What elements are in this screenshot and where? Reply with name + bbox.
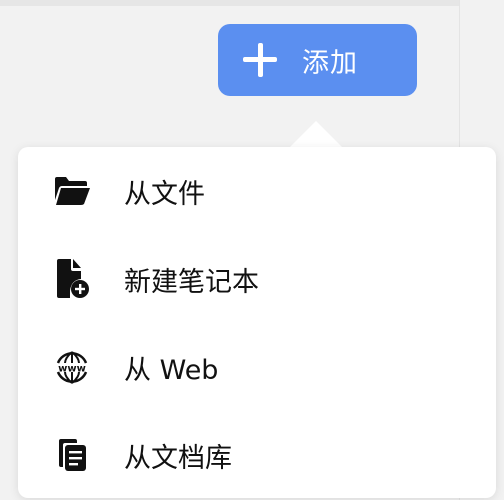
menu-item-label: 从文件 — [124, 178, 205, 210]
menu-item-from-file[interactable]: 从文件 — [18, 147, 496, 235]
menu-item-from-web[interactable]: www 从 Web — [18, 323, 496, 411]
file-add-icon — [52, 259, 92, 299]
folder-open-icon — [52, 171, 92, 211]
add-menu-popover: 从文件 新建笔记本 www 从 Web 从文档库 — [18, 147, 496, 498]
menu-item-from-library[interactable]: 从文档库 — [18, 411, 496, 499]
library-copy-icon — [52, 435, 92, 475]
menu-item-new-notebook[interactable]: 新建笔记本 — [18, 235, 496, 323]
popover-arrow — [288, 121, 344, 149]
menu-item-label: 新建笔记本 — [124, 266, 259, 298]
menu-item-label: 从文档库 — [124, 442, 232, 474]
menu-item-label: 从 Web — [124, 354, 219, 386]
svg-text:www: www — [58, 364, 86, 375]
add-button[interactable]: 添加 — [218, 24, 417, 96]
plus-icon — [242, 42, 278, 78]
www-globe-icon: www — [52, 347, 92, 387]
top-bar-edge — [0, 0, 460, 6]
add-button-label: 添加 — [302, 47, 358, 79]
next-item-clipped — [122, 491, 302, 498]
